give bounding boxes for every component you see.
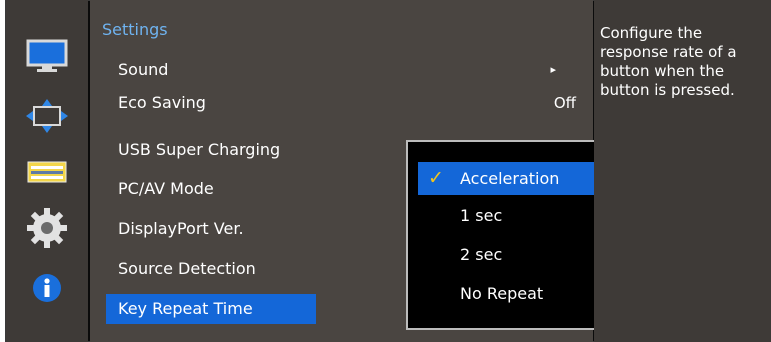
settings-panel: Settings Sound ▸ Eco Saving Off USB Supe… — [90, 0, 671, 342]
information-menu-button[interactable] — [6, 270, 88, 310]
menu-item-label: DisplayPort Ver. — [118, 219, 244, 238]
dropdown-option-label: 1 sec — [460, 206, 503, 225]
menu-item-label: Source Detection — [118, 259, 256, 278]
menu-item-eco-saving[interactable]: Eco Saving Off — [106, 88, 576, 118]
help-panel: Configure the response rate of a button … — [594, 0, 771, 342]
menu-item-label: Key Repeat Time — [118, 299, 253, 318]
dropdown-option-label: 2 sec — [460, 245, 503, 264]
menu-item-key-repeat-time[interactable]: Key Repeat Time — [106, 294, 316, 324]
settings-menu-button[interactable] — [6, 207, 88, 253]
picture-menu-button[interactable] — [6, 38, 88, 78]
system-menu-button[interactable] — [6, 154, 88, 194]
gear-icon — [26, 207, 68, 253]
page-title: Settings — [102, 20, 168, 39]
osd-sidebar — [6, 0, 88, 342]
onscreen-display-button[interactable] — [6, 98, 88, 138]
dropdown-option-label: Acceleration — [460, 169, 560, 188]
monitor-icon — [26, 39, 68, 77]
menu-item-value: Off — [553, 94, 576, 112]
menu-item-label: Eco Saving — [118, 93, 206, 112]
checkmark-icon: ✓ — [428, 167, 444, 189]
submenu-arrow-icon: ▸ — [550, 63, 556, 76]
menu-item-label: PC/AV Mode — [118, 179, 214, 198]
help-text: Configure the response rate of a button … — [600, 24, 737, 99]
resize-arrows-icon — [25, 98, 69, 138]
menu-list-icon — [27, 161, 67, 187]
info-icon — [32, 273, 62, 307]
dropdown-option-label: No Repeat — [460, 284, 544, 303]
menu-item-label: USB Super Charging — [118, 140, 281, 159]
menu-item-label: Sound — [118, 60, 169, 79]
menu-item-sound[interactable]: Sound ▸ — [106, 55, 576, 85]
